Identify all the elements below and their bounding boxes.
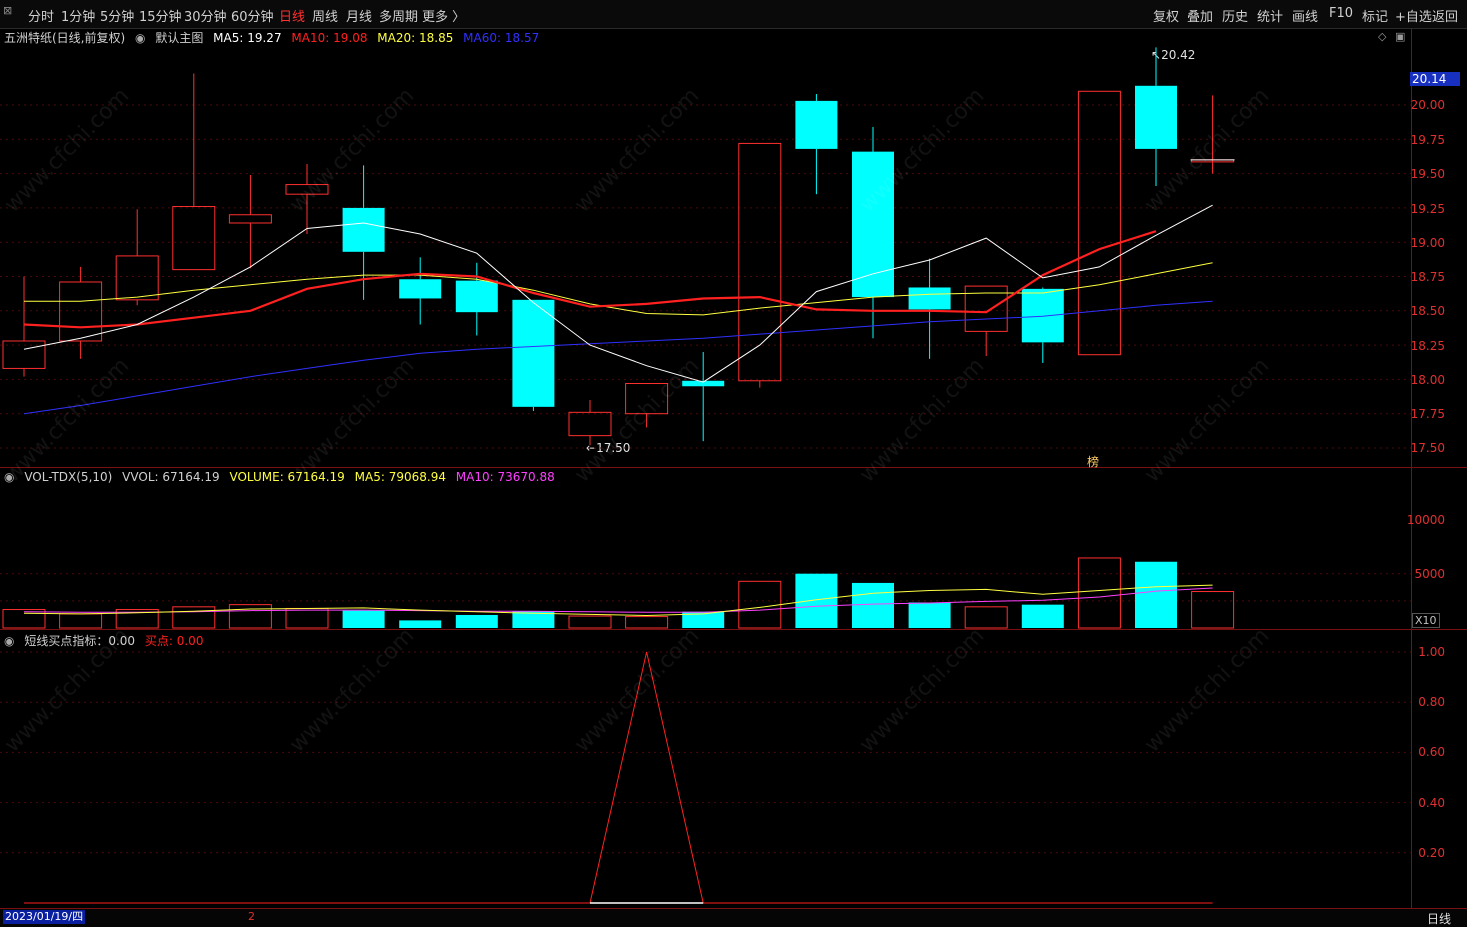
volume-bar	[852, 582, 894, 628]
candle-body	[568, 411, 612, 437]
volume-bar	[1021, 604, 1064, 628]
volume-bar	[228, 604, 272, 629]
candle-body	[399, 279, 442, 299]
volume-bar	[455, 614, 498, 628]
volume-bar	[908, 602, 951, 628]
cursor-date-label: 2023/01/19/四	[3, 910, 86, 924]
candle-body	[625, 383, 669, 415]
volume-bar	[285, 607, 329, 629]
volume-bar	[399, 620, 442, 628]
buy-point-line	[24, 651, 1213, 904]
candle-body	[285, 184, 329, 195]
volume-bar	[172, 606, 216, 629]
candle-body	[228, 214, 272, 224]
volume-bar	[59, 613, 103, 629]
candle-body	[908, 287, 951, 310]
volume-bar	[1191, 591, 1235, 629]
chart-canvas[interactable]	[0, 0, 1467, 926]
candle-body	[1077, 90, 1121, 356]
candle-body	[1021, 288, 1064, 343]
volume-bar	[342, 610, 385, 628]
candle-body	[342, 207, 385, 252]
volume-bar	[738, 580, 782, 629]
volume-bar	[1077, 557, 1121, 629]
volume-bar	[964, 606, 1008, 629]
ma10-line	[23, 230, 1157, 329]
candle-body	[172, 206, 216, 271]
volume-bar	[568, 615, 612, 629]
candle-body	[115, 255, 159, 301]
footer-bar	[0, 908, 1467, 927]
candle-body	[852, 151, 894, 298]
candle-body	[795, 100, 838, 149]
footer-period-tab[interactable]: 日线	[1414, 910, 1464, 927]
candle-body	[455, 280, 498, 313]
page-number: 2	[248, 910, 255, 923]
candle-body	[512, 299, 555, 407]
candle-body	[59, 281, 103, 342]
candle-body	[1135, 85, 1177, 149]
volume-bar	[795, 573, 838, 628]
volume-bar	[625, 616, 669, 629]
volume-bar	[1135, 561, 1177, 628]
